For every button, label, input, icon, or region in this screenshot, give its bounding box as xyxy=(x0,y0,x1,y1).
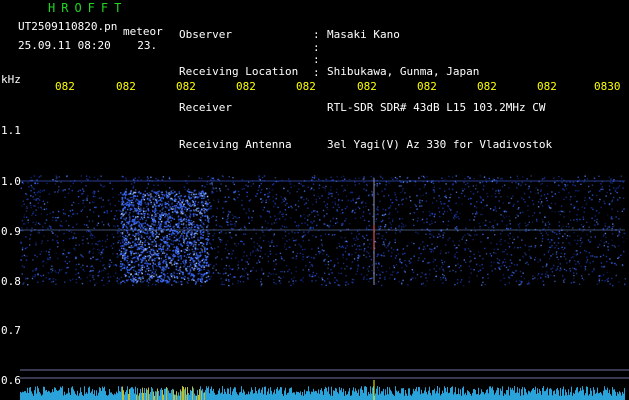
x-tick-label: 082 xyxy=(417,80,437,93)
file-name: UT2509110820.pn xyxy=(18,20,118,33)
meta-value-location: Shibukawa, Gunma, Japan xyxy=(327,64,480,78)
x-tick-label: 082 xyxy=(357,80,377,93)
x-tick-label: 082 xyxy=(537,80,557,93)
x-tick-label: 082 xyxy=(236,80,256,93)
meta-colons: :::: xyxy=(313,28,320,79)
x-tick-label: 082 xyxy=(55,80,75,93)
noise-field xyxy=(20,175,626,400)
meteor-label: meteor xyxy=(123,25,163,38)
meta-value-antenna: 3el Yagi(V) Az 330 for Vladivostok xyxy=(327,137,553,151)
meta-key-location: Receiving Location xyxy=(179,64,299,78)
x-tick-label: 082 xyxy=(477,80,497,93)
y-tick-label: 0.9 xyxy=(1,225,21,238)
meta-key-receiver: Receiver xyxy=(179,101,232,114)
meta-key-antenna: Receiving Antenna xyxy=(179,137,292,151)
y-tick-label: 0.8 xyxy=(1,275,21,288)
counter: 23. xyxy=(137,39,158,52)
y-axis-unit: kHz xyxy=(1,73,21,86)
x-tick-label: 082 xyxy=(176,80,196,93)
y-tick-label: 1.1 xyxy=(1,124,21,137)
y-tick-label: 1.0 xyxy=(1,175,21,188)
meta-value-receiver: RTL-SDR SDR# 43dB L15 103.2MHz CW xyxy=(327,101,546,114)
y-tick-label: 0.7 xyxy=(1,324,21,337)
time: 08:20 xyxy=(77,39,111,52)
x-tick-label: 082 xyxy=(116,80,136,93)
meta-value-observer: Masaki Kano xyxy=(327,28,400,41)
date: 25.09.11 xyxy=(18,39,71,52)
x-tick-label: 0830 xyxy=(594,80,621,93)
meta-key-observer: Observer xyxy=(179,28,232,41)
date-time: 25.09.11 08:20 23. xyxy=(18,40,157,52)
x-tick-label: 082 xyxy=(296,80,316,93)
y-tick-label: 0.6 xyxy=(1,374,21,387)
app-title: HROFFT xyxy=(48,1,128,15)
